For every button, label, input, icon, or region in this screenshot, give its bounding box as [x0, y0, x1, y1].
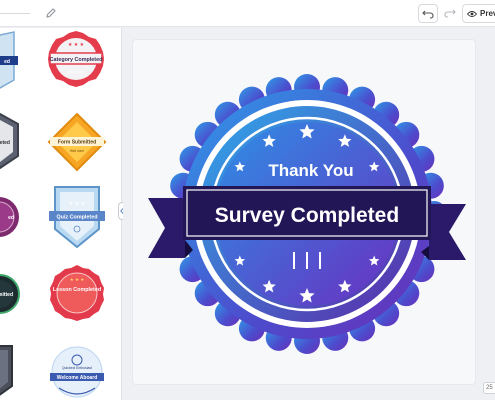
ribbon-tail-left [148, 198, 185, 258]
zoom-indicator[interactable]: 25 [483, 382, 495, 394]
template-sublabel: Well done [70, 149, 84, 153]
template-label: ed [4, 59, 10, 65]
badge-bar [293, 252, 295, 269]
ribbon-tail-right [429, 204, 466, 260]
template-badge-form-submitted[interactable]: Form Submitted Well done [46, 110, 108, 174]
badge-bar [306, 252, 308, 269]
preview-button[interactable]: Previ [462, 4, 495, 23]
title-field-underline[interactable] [0, 13, 30, 14]
template-badge-category-completed[interactable]: Category Completed Well Done! ★ ★ ★ [44, 28, 108, 90]
template-badge-lesson-completed[interactable]: Lesson Completed ★ ★ ★ [46, 262, 108, 324]
template-label: Category Completed [50, 57, 103, 63]
template-sublabel: Quickest Enthusiast [62, 366, 92, 370]
svg-text:★ ★ ★: ★ ★ ★ [70, 277, 85, 282]
template-label: Welcome Aboard [57, 375, 98, 381]
template-badge-partial-4[interactable]: mitted [0, 266, 20, 322]
template-badge-partial-2[interactable]: pleted [0, 112, 20, 170]
redo-icon [444, 9, 456, 18]
svg-text:★ ★ ★: ★ ★ ★ [69, 201, 86, 207]
template-badge-quiz-completed[interactable]: Quiz Completed ★ ★ ★ [46, 184, 108, 250]
template-label: Form Submitted [58, 140, 96, 146]
template-label: Quiz Completed [56, 215, 97, 221]
top-toolbar: Previ [0, 0, 495, 27]
pencil-icon[interactable] [44, 6, 58, 20]
template-badge-partial-1[interactable]: ed [0, 30, 18, 90]
badge-bar [319, 252, 321, 269]
undo-icon [422, 10, 434, 19]
template-badge-welcome-aboard[interactable]: Quickest Enthusiast Welcome Aboard [44, 340, 110, 400]
undo-button[interactable] [418, 4, 438, 23]
redo-button[interactable] [441, 4, 459, 23]
right-panel-edge [482, 28, 495, 400]
template-label: Lesson Completed [53, 287, 101, 293]
badge-main-text: Survey Completed [215, 204, 399, 227]
template-sublabel: Well Done! [67, 70, 84, 74]
svg-text:★ ★ ★: ★ ★ ★ [68, 42, 85, 48]
template-sidebar: ed pleted ed mitted Category Completed W… [0, 28, 122, 400]
badge-top-text: Thank You [268, 161, 353, 180]
design-canvas[interactable]: Thank You Survey Completed [133, 40, 475, 384]
preview-label: Previ [480, 9, 495, 18]
template-label: mitted [0, 292, 13, 298]
template-badge-partial-5[interactable] [0, 342, 16, 400]
eye-icon [467, 10, 477, 17]
template-label: pleted [0, 140, 10, 146]
template-badge-partial-3[interactable]: ed [0, 188, 20, 246]
survey-completed-badge[interactable]: Thank You Survey Completed [133, 40, 475, 384]
template-label: ed [8, 215, 14, 221]
